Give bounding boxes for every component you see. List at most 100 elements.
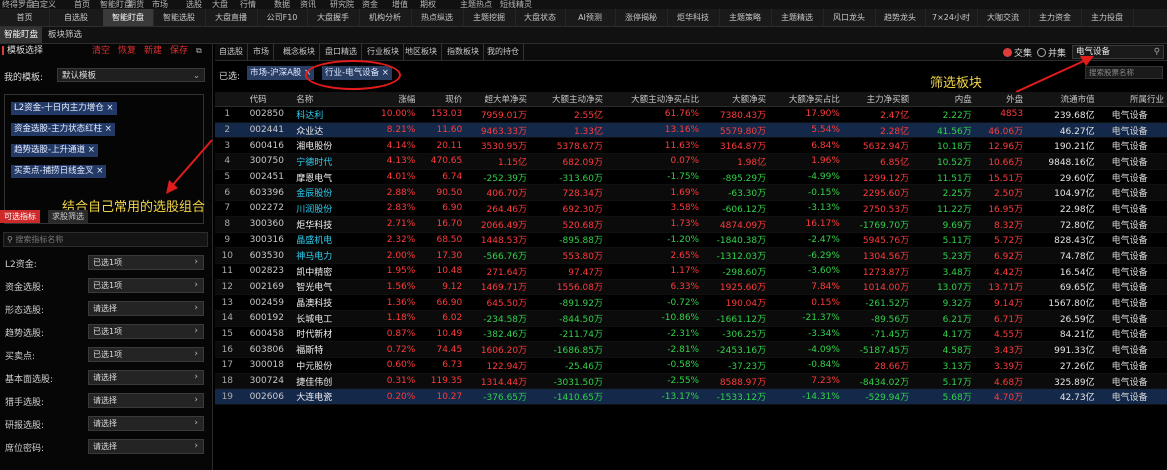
sector-filter-tab[interactable]: 自选股 (215, 44, 248, 60)
table-row[interactable]: 1 002850 科达利 10.00% 153.03 7959.01万 2.55亿 61.76… (215, 106, 1167, 123)
nav-tab[interactable]: 涨停揭秘 (615, 9, 668, 26)
expand-icon[interactable]: ⧉ (196, 46, 202, 56)
nav-tab[interactable]: 公司F10 (257, 9, 308, 26)
nav-tab[interactable]: 主题挖掘 (463, 9, 516, 26)
sector-filter-tab[interactable]: 盘口精选 (321, 44, 362, 60)
nav-tab[interactable]: 机构分析 (359, 9, 412, 26)
table-row[interactable]: 17 300018 中元股份 0.60% 6.73 122.94万 -25.46万 -0.58… (215, 357, 1167, 374)
chevron-right-icon: › (194, 303, 198, 313)
filter-select[interactable]: 已选1项 › (88, 324, 204, 339)
condition-chip[interactable]: 买卖点-捕捞日线金叉 × (11, 165, 107, 178)
stock-search-input[interactable]: 搜索股票名称 (1085, 66, 1163, 79)
new-button[interactable]: 新建 (144, 44, 162, 58)
filter-select[interactable]: 请选择 › (88, 439, 204, 454)
nav-tab[interactable]: 大盘直播 (205, 9, 258, 26)
save-button[interactable]: 保存 (170, 44, 188, 58)
table-row[interactable]: 4 300750 宁德时代 4.13% 470.65 1.15亿 682.09万 0.07% 1… (215, 153, 1167, 170)
condition-chip[interactable]: L2资金-十日内主力增仓 × (11, 102, 117, 115)
table-row[interactable]: 9 300316 晶盛机电 2.32% 68.50 1448.53万 -895.88万 -1.… (215, 232, 1167, 249)
filter-select[interactable]: 请选择 › (88, 393, 204, 408)
table-row[interactable]: 19 002606 大连电瓷 0.20% 10.27 -376.65万 -1410.65万 -… (215, 388, 1167, 406)
nav-tab[interactable]: 主力投盘 (1081, 9, 1134, 26)
filter-select[interactable]: 已选1项 › (88, 347, 204, 362)
nav-tab[interactable]: 炬华科技 (667, 9, 720, 26)
table-cell: 46.27亿 (1026, 122, 1098, 139)
tab-smart-monitor[interactable]: 智能盯盘 (0, 27, 43, 43)
table-cell: 7959.01万 (465, 106, 531, 123)
nav-tab[interactable]: 风口龙头 (823, 9, 876, 26)
nav-tab[interactable]: 主力资金 (1029, 9, 1082, 26)
table-row[interactable]: 14 600192 长城电工 1.18% 6.02 -234.58万 -844.50万 -10… (215, 310, 1167, 327)
table-cell: 9.12 (418, 279, 466, 296)
chevron-right-icon: › (194, 326, 198, 336)
table-row[interactable]: 13 002459 晶澳科技 1.36% 66.90 645.50万 -891.92万 -0.… (215, 294, 1167, 311)
table-row[interactable]: 15 600458 时代新材 0.87% 10.49 -382.46万 -211.74万 -2… (215, 326, 1167, 343)
table-cell: 406.70万 (465, 184, 531, 202)
sector-filter-tab[interactable]: 行业板块 (363, 44, 404, 60)
column-header[interactable]: 代码 (239, 92, 294, 107)
nav-tab[interactable]: 主题精选 (771, 9, 824, 26)
filter-select[interactable]: 请选择 › (88, 416, 204, 431)
indicator-search-input[interactable]: ⚲ 搜索指标名称 (3, 232, 208, 247)
nav-tab[interactable]: 大盘状态 (515, 9, 566, 26)
clear-button[interactable]: 清空 (92, 44, 110, 58)
table-row[interactable]: 7 002272 川润股份 2.83% 6.90 264.46万 692.30万 3.58% -… (215, 200, 1167, 217)
sector-filter-tab[interactable]: 指数板块 (443, 44, 484, 60)
column-header[interactable]: 大额净买占比 (769, 92, 843, 107)
column-header[interactable]: 大额净买 (702, 92, 770, 107)
table-row[interactable]: 8 300360 炬华科技 2.71% 16.70 2066.49万 520.68万 1.73… (215, 216, 1167, 233)
nav-tab[interactable]: 自选股 (49, 9, 104, 26)
table-cell: -1.75% (606, 169, 703, 186)
filter-select[interactable]: 已选1项 › (88, 255, 204, 270)
column-header[interactable]: 内盘 (912, 92, 975, 107)
nav-tab[interactable]: 首页 (0, 9, 50, 26)
sector-filter-tab[interactable]: 概念板块 (279, 44, 320, 60)
table-row[interactable]: 16 603806 福斯特 0.72% 74.45 1606.20万 -1686.85万 -2… (215, 341, 1167, 358)
nav-tab[interactable]: 大咖交流 (977, 9, 1030, 26)
nav-tab[interactable]: 主题策略 (719, 9, 772, 26)
template-select[interactable]: 默认模板 ⌄ (57, 68, 205, 82)
table-row[interactable]: 3 600416 湘电股份 4.14% 20.11 3530.95万 5378.67万 11.… (215, 137, 1167, 155)
nav-tab[interactable]: 7×24小时 (925, 9, 978, 26)
sector-filter-tab[interactable]: 地区板块 (401, 44, 442, 60)
table-row[interactable]: 2 002441 众业达 8.21% 11.60 9463.33万 1.33亿 13.16% 5… (215, 122, 1167, 139)
nav-tab[interactable]: 智能盯盘 (103, 9, 154, 26)
table-cell: 46.06万 (974, 122, 1027, 139)
nav-tab[interactable]: 热点纵选 (411, 9, 464, 26)
tab-stock-filter[interactable]: 求股筛选 (48, 210, 88, 223)
chevron-down-icon: ⌄ (192, 71, 200, 81)
table-row[interactable]: 11 002823 凯中精密 1.95% 10.48 271.64万 97.47万 1.17%… (215, 263, 1167, 280)
column-header[interactable]: 所属行业 (1097, 92, 1167, 107)
table-row[interactable]: 12 002169 智光电气 1.56% 9.12 1469.71万 1556.08万 6.3… (215, 279, 1167, 296)
column-header[interactable]: 大额主动净买 (530, 92, 607, 107)
column-header[interactable] (215, 92, 240, 107)
column-header[interactable]: 主力净买额 (842, 92, 913, 107)
column-header[interactable]: 超大单净买 (465, 92, 531, 107)
condition-chip[interactable]: 资金选股-主力状态红柱 × (11, 123, 115, 136)
nav-tab[interactable]: AI预测 (565, 9, 616, 26)
table-cell: 2.55亿 (530, 106, 607, 123)
table-row[interactable]: 5 002451 摩恩电气 4.01% 6.74 -252.39万 -313.60万 -1.7… (215, 169, 1167, 186)
tab-sector-filter[interactable]: 板块筛选 (44, 27, 86, 43)
restore-button[interactable]: 恢复 (118, 44, 136, 58)
table-row[interactable]: 6 603396 金辰股份 2.88% 90.50 406.70万 728.34万 1.69%… (215, 184, 1167, 202)
column-header[interactable]: 现价 (418, 92, 466, 107)
table-row[interactable]: 10 603530 神马电力 2.00% 17.30 -566.76万 553.80万 2.6… (215, 247, 1167, 264)
condition-chip[interactable]: 趋势选股-上升通道 × (11, 144, 98, 157)
column-header[interactable]: 外盘 (974, 92, 1027, 107)
column-header[interactable]: 涨幅 (362, 92, 419, 107)
filter-select[interactable]: 请选择 › (88, 370, 204, 385)
table-cell: 6.73 (418, 357, 466, 374)
filter-select[interactable]: 已选1项 › (88, 278, 204, 293)
filter-select[interactable]: 请选择 › (88, 301, 204, 316)
column-header[interactable]: 大额主动净买占比 (606, 92, 703, 107)
nav-tab[interactable]: 趋势龙头 (875, 9, 926, 26)
nav-tab[interactable]: 智能选股 (153, 9, 206, 26)
sector-filter-tab[interactable]: 我的持仓 (483, 44, 524, 60)
column-header[interactable]: 名称 (293, 92, 363, 107)
nav-tab[interactable]: 大盘握手 (307, 9, 360, 26)
table-row[interactable]: 18 300724 捷佳伟创 0.31% 119.35 1314.44万 -3031.50万… (215, 373, 1167, 390)
column-header[interactable]: 流通市值 (1026, 92, 1098, 107)
tab-available-indicators[interactable]: 可选指标 (0, 210, 40, 223)
sector-filter-tab[interactable]: 市场 (249, 44, 274, 60)
